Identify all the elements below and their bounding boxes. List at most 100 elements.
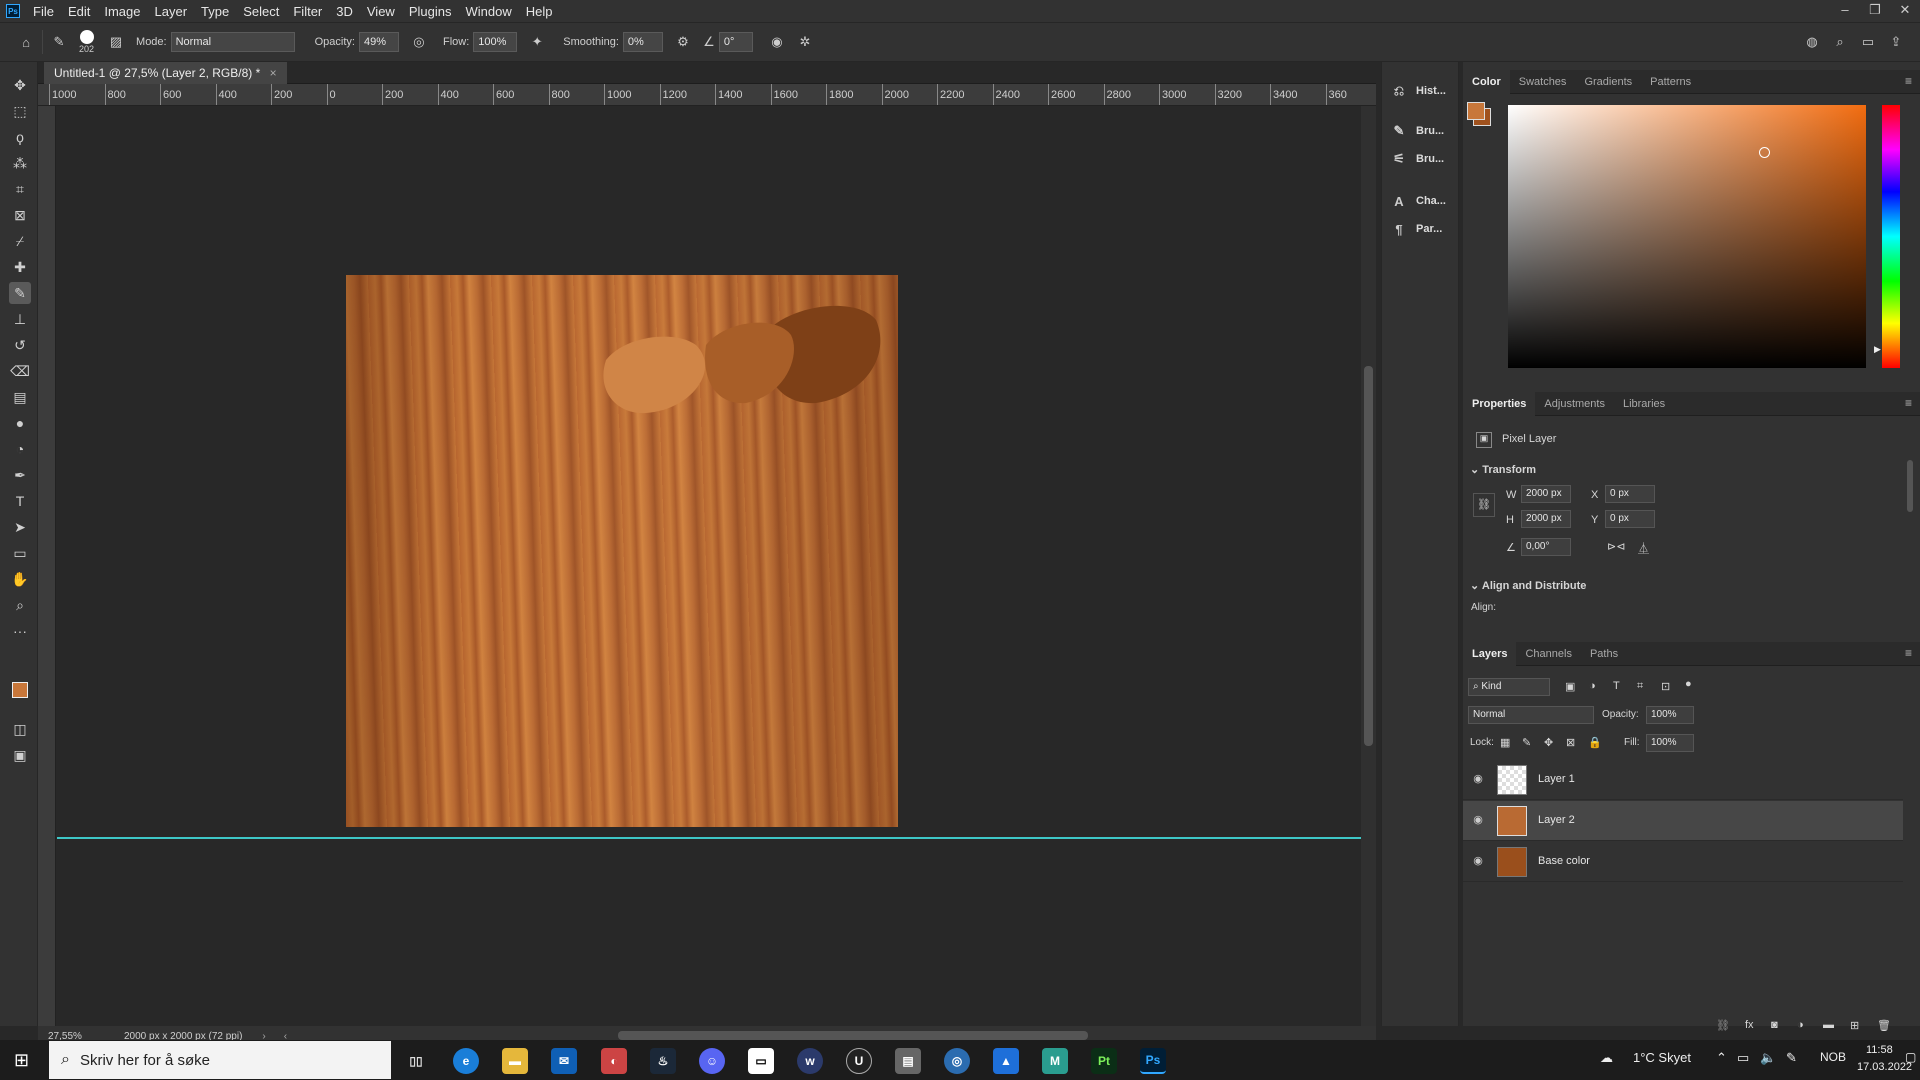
tray-chevron-icon[interactable]: ⌃ — [1716, 1050, 1727, 1066]
align-section[interactable]: ⌄ Align and Distribute — [1470, 579, 1586, 592]
obs-icon[interactable]: ◎ — [944, 1048, 970, 1074]
panel-menu-icon[interactable]: ≡ — [1905, 646, 1912, 660]
smoothing-input[interactable]: 0% — [622, 32, 663, 52]
angle-input[interactable]: 0° — [718, 32, 753, 52]
layer-name[interactable]: Layer 2 — [1538, 814, 1575, 826]
tab-channels[interactable]: Channels — [1516, 642, 1580, 666]
menu-window[interactable]: Window — [458, 4, 518, 19]
frame-tool-icon[interactable]: ⊠ — [9, 204, 31, 226]
menu-layer[interactable]: Layer — [148, 4, 195, 19]
delete-layer-icon[interactable]: 🗑 — [1877, 1019, 1891, 1032]
app-icon[interactable]: ▭ — [748, 1048, 774, 1074]
layer-name[interactable]: Base color — [1538, 855, 1590, 867]
share-user-icon[interactable]: ◍ — [1802, 32, 1822, 52]
lock-pixels-icon[interactable]: ✎ — [1522, 736, 1531, 749]
link-layers-icon[interactable]: ⛓ — [1716, 1019, 1730, 1032]
home-icon[interactable]: ⌂ — [16, 32, 36, 52]
x-input[interactable]: 0 px — [1605, 485, 1655, 503]
lock-position-icon[interactable]: ✥ — [1544, 736, 1553, 749]
opacity-input[interactable]: 49% — [358, 32, 399, 52]
close-tab-icon[interactable]: × — [270, 66, 277, 80]
add-mask-icon[interactable]: ◙ — [1771, 1019, 1778, 1031]
screen-mode-icon[interactable]: ▣ — [9, 744, 31, 766]
clock-date[interactable]: 17.03.2022 — [1857, 1061, 1912, 1073]
hand-tool-icon[interactable]: ✋ — [9, 568, 31, 590]
path-selection-tool-icon[interactable]: ➤ — [9, 516, 31, 538]
layer-row[interactable]: ◉ Base color — [1463, 842, 1903, 882]
new-layer-icon[interactable]: ⊞ — [1850, 1019, 1859, 1032]
menu-file[interactable]: File — [26, 4, 61, 19]
discord-icon[interactable]: ☺ — [699, 1048, 725, 1074]
lasso-tool-icon[interactable]: ϙ — [9, 126, 31, 148]
flip-horizontal-icon[interactable]: ⊳⊲ — [1607, 540, 1625, 553]
weather-text[interactable]: 1°C Skyet — [1633, 1050, 1691, 1065]
eyedropper-tool-icon[interactable]: ⌿ — [9, 230, 31, 252]
group-folder-icon[interactable]: ▬ — [1823, 1019, 1834, 1031]
panel-menu-icon[interactable]: ≡ — [1905, 396, 1912, 410]
menu-edit[interactable]: Edit — [61, 4, 97, 19]
tab-swatches[interactable]: Swatches — [1510, 70, 1576, 94]
edge-browser-icon[interactable]: e — [453, 1048, 479, 1074]
steam-icon[interactable]: ♨ — [650, 1048, 676, 1074]
zoom-tool-icon[interactable]: ⌕ — [9, 594, 31, 616]
menu-help[interactable]: Help — [519, 4, 560, 19]
brush-settings-panel-button[interactable]: ✎ Bru... — [1388, 118, 1454, 144]
guide-line[interactable] — [57, 837, 1361, 839]
document-tab[interactable]: Untitled-1 @ 27,5% (Layer 2, RGB/8) * × — [44, 62, 287, 84]
mail-icon[interactable]: ✉ — [551, 1048, 577, 1074]
taskbar-search[interactable]: ⌕ Skriv her for å søke — [49, 1041, 391, 1079]
workspace-icon[interactable]: ▭ — [1858, 32, 1878, 52]
windows-start-icon[interactable]: ⊞ — [14, 1050, 29, 1071]
brushes-panel-button[interactable]: ⚟ Bru... — [1388, 146, 1454, 172]
gear-icon[interactable]: ⚙ — [673, 32, 693, 52]
filter-toggle-icon[interactable]: ● — [1685, 678, 1692, 690]
flip-vertical-icon[interactable]: ⏅ — [1638, 540, 1649, 556]
hue-slider-marker-icon[interactable]: ▶ — [1874, 344, 1881, 355]
visibility-eye-icon[interactable]: ◉ — [1471, 854, 1485, 868]
crop-tool-icon[interactable]: ⌗ — [9, 178, 31, 200]
filter-pixel-icon[interactable]: ▣ — [1565, 680, 1575, 693]
pen-icon[interactable]: ✎ — [1786, 1050, 1797, 1066]
filter-type-icon[interactable]: T — [1613, 680, 1620, 692]
menu-filter[interactable]: Filter — [286, 4, 329, 19]
minimize-icon[interactable]: – — [1830, 0, 1860, 22]
wacom-icon[interactable]: w — [797, 1048, 823, 1074]
color-picker-cursor[interactable] — [1759, 147, 1770, 158]
photoshop-taskbar-icon[interactable]: Ps — [1140, 1048, 1166, 1074]
maya-icon[interactable]: M — [1042, 1048, 1068, 1074]
color-field[interactable] — [1508, 105, 1866, 368]
tab-paths[interactable]: Paths — [1581, 642, 1627, 666]
menu-view[interactable]: View — [360, 4, 402, 19]
lock-artboard-icon[interactable]: ⊠ — [1566, 736, 1575, 749]
type-tool-icon[interactable]: T — [9, 490, 31, 512]
visibility-eye-icon[interactable]: ◉ — [1471, 813, 1485, 827]
lock-transparent-icon[interactable]: ▦ — [1500, 736, 1510, 749]
eraser-tool-icon[interactable]: ⌫ — [9, 360, 31, 382]
tab-properties[interactable]: Properties — [1463, 391, 1536, 416]
brush-settings-icon[interactable]: ▨ — [106, 32, 126, 52]
healing-brush-tool-icon[interactable]: ✚ — [9, 256, 31, 278]
fill-input[interactable]: 100% — [1646, 734, 1694, 752]
tab-patterns[interactable]: Patterns — [1641, 70, 1700, 94]
mode-select[interactable]: Normal — [170, 32, 295, 52]
tab-adjustments[interactable]: Adjustments — [1535, 392, 1614, 416]
magic-wand-tool-icon[interactable]: ⁂ — [9, 152, 31, 174]
paragraph-panel-button[interactable]: ¶ Par... — [1388, 216, 1454, 242]
symmetry-icon[interactable]: ✲ — [795, 32, 815, 52]
height-input[interactable]: 2000 px — [1521, 510, 1571, 528]
tab-layers[interactable]: Layers — [1463, 641, 1517, 666]
layer-row[interactable]: ◉ Layer 1 — [1463, 760, 1903, 800]
clock-time[interactable]: 11:58 — [1866, 1044, 1893, 1056]
pen-tool-icon[interactable]: ✒ — [9, 464, 31, 486]
menu-plugins[interactable]: Plugins — [402, 4, 459, 19]
file-explorer-icon[interactable]: ▬ — [502, 1048, 528, 1074]
quick-mask-icon[interactable]: ◫ — [9, 718, 31, 740]
flow-input[interactable]: 100% — [473, 32, 518, 52]
tab-libraries[interactable]: Libraries — [1614, 392, 1674, 416]
restore-icon[interactable]: ❐ — [1860, 0, 1890, 22]
filter-kind-select[interactable]: ⌕ Kind — [1468, 678, 1550, 696]
filter-adjustment-icon[interactable]: ◑ — [1589, 680, 1596, 692]
blur-tool-icon[interactable]: ● — [9, 412, 31, 434]
substance-painter-icon[interactable]: Pt — [1091, 1048, 1117, 1074]
layer-opacity-input[interactable]: 100% — [1646, 706, 1694, 724]
